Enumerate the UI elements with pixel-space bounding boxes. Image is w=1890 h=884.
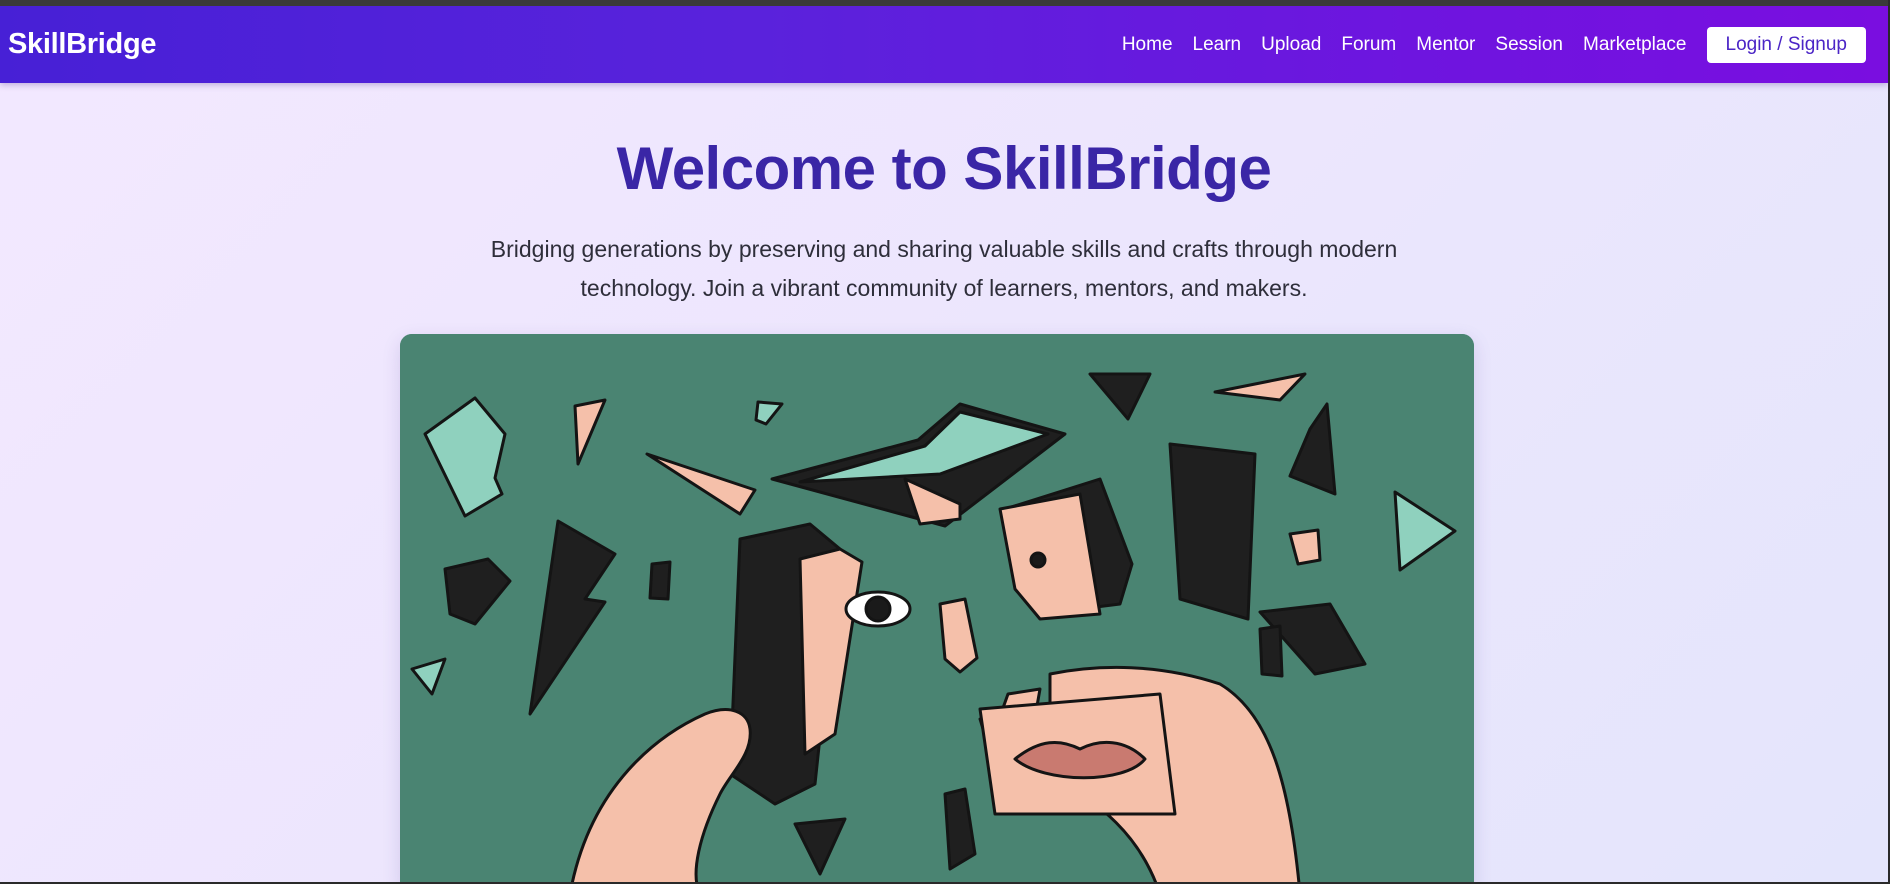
nav-link-upload[interactable]: Upload <box>1261 34 1321 56</box>
hero-illustration <box>400 334 1474 884</box>
navbar: SkillBridge Home Learn Upload Forum Ment… <box>0 6 1888 83</box>
login-signup-button[interactable]: Login / Signup <box>1706 26 1866 63</box>
nav-link-forum[interactable]: Forum <box>1341 34 1396 56</box>
page-viewport: SkillBridge Home Learn Upload Forum Ment… <box>0 6 1888 884</box>
site-logo[interactable]: SkillBridge <box>8 6 156 83</box>
nav-link-learn[interactable]: Learn <box>1193 34 1242 56</box>
hero-title: Welcome to SkillBridge <box>616 135 1272 202</box>
hero-description: Bridging generations by preserving and s… <box>490 236 1398 301</box>
nav-link-session[interactable]: Session <box>1495 34 1563 56</box>
nav-link-home[interactable]: Home <box>1122 34 1173 56</box>
nav-link-marketplace[interactable]: Marketplace <box>1583 34 1687 56</box>
nav-links: Home Learn Upload Forum Mentor Session M… <box>1122 6 1866 83</box>
nav-link-mentor[interactable]: Mentor <box>1416 34 1475 56</box>
broken-mirror-face-illustration <box>400 334 1474 884</box>
